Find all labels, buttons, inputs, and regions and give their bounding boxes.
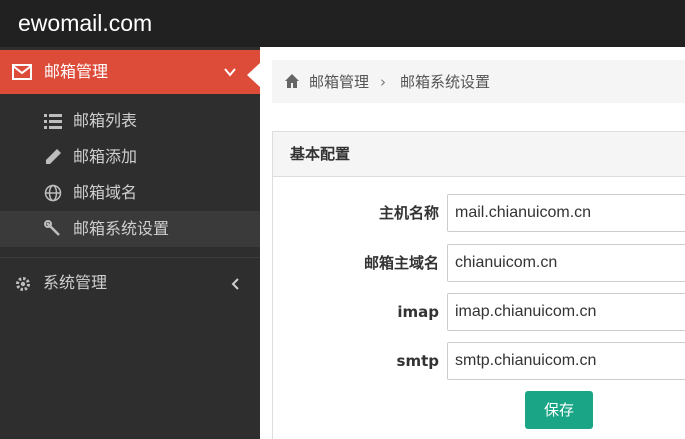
config-panel: 基本配置 主机名称 邮箱主域名 imap smtp 保存 (272, 131, 685, 439)
save-button[interactable]: 保存 (525, 391, 593, 429)
main-domain-field[interactable] (447, 244, 685, 282)
list-icon (44, 112, 62, 130)
sidebar: 邮箱管理 邮箱列表 邮箱添加 邮箱域名 邮箱系统设置 系统管理 (0, 47, 260, 439)
active-indicator (247, 63, 260, 87)
imap-field[interactable] (447, 293, 685, 331)
wrench-icon (44, 220, 62, 238)
sidebar-item-label: 邮箱系统设置 (73, 219, 170, 238)
main-domain-label: 邮箱主域名 (363, 254, 439, 272)
breadcrumb-link-mail-management[interactable]: 邮箱管理 (309, 72, 369, 92)
form-row-imap: imap (273, 293, 685, 331)
breadcrumb-separator: › (380, 73, 386, 91)
sidebar-item-label: 邮箱列表 (73, 111, 138, 130)
form-row-smtp: smtp (273, 342, 685, 380)
chevron-left-icon (228, 276, 242, 292)
panel-title: 基本配置 (290, 145, 351, 163)
sidebar-item-label: 系统管理 (43, 273, 108, 292)
form-row-main-domain: 邮箱主域名 (273, 244, 685, 282)
sidebar-item-mail-list[interactable]: 邮箱列表 (0, 103, 260, 139)
sidebar-item-mail-domain[interactable]: 邮箱域名 (0, 175, 260, 211)
panel-header: 基本配置 (273, 132, 685, 177)
envelope-icon (12, 63, 32, 81)
sidebar-item-system-management[interactable]: 系统管理 (0, 263, 260, 303)
sidebar-divider (0, 257, 260, 258)
imap-label: imap (397, 303, 439, 321)
pencil-icon (44, 148, 62, 166)
sidebar-item-label: 邮箱添加 (73, 147, 138, 166)
gear-icon (14, 275, 32, 293)
sidebar-item-mail-add[interactable]: 邮箱添加 (0, 139, 260, 175)
breadcrumb: 邮箱管理 › 邮箱系统设置 (272, 60, 685, 103)
mail-submenu: 邮箱列表 邮箱添加 邮箱域名 邮箱系统设置 (0, 103, 260, 247)
globe-icon (44, 184, 62, 202)
chevron-down-icon (222, 64, 238, 80)
sidebar-item-mail-management[interactable]: 邮箱管理 (0, 50, 260, 94)
sidebar-item-mail-system-settings[interactable]: 邮箱系统设置 (0, 211, 260, 247)
hostname-label: 主机名称 (378, 204, 439, 222)
sidebar-item-label: 邮箱管理 (44, 62, 109, 81)
brand-logo[interactable]: ewomail.com (18, 8, 152, 38)
smtp-field[interactable] (447, 342, 685, 380)
sidebar-item-label: 邮箱域名 (73, 183, 138, 202)
smtp-label: smtp (396, 352, 439, 370)
home-icon[interactable] (284, 73, 300, 89)
breadcrumb-current: 邮箱系统设置 (400, 73, 491, 91)
hostname-field[interactable] (447, 194, 685, 232)
form-row-hostname: 主机名称 (273, 194, 685, 232)
top-bar: ewomail.com (0, 0, 685, 47)
